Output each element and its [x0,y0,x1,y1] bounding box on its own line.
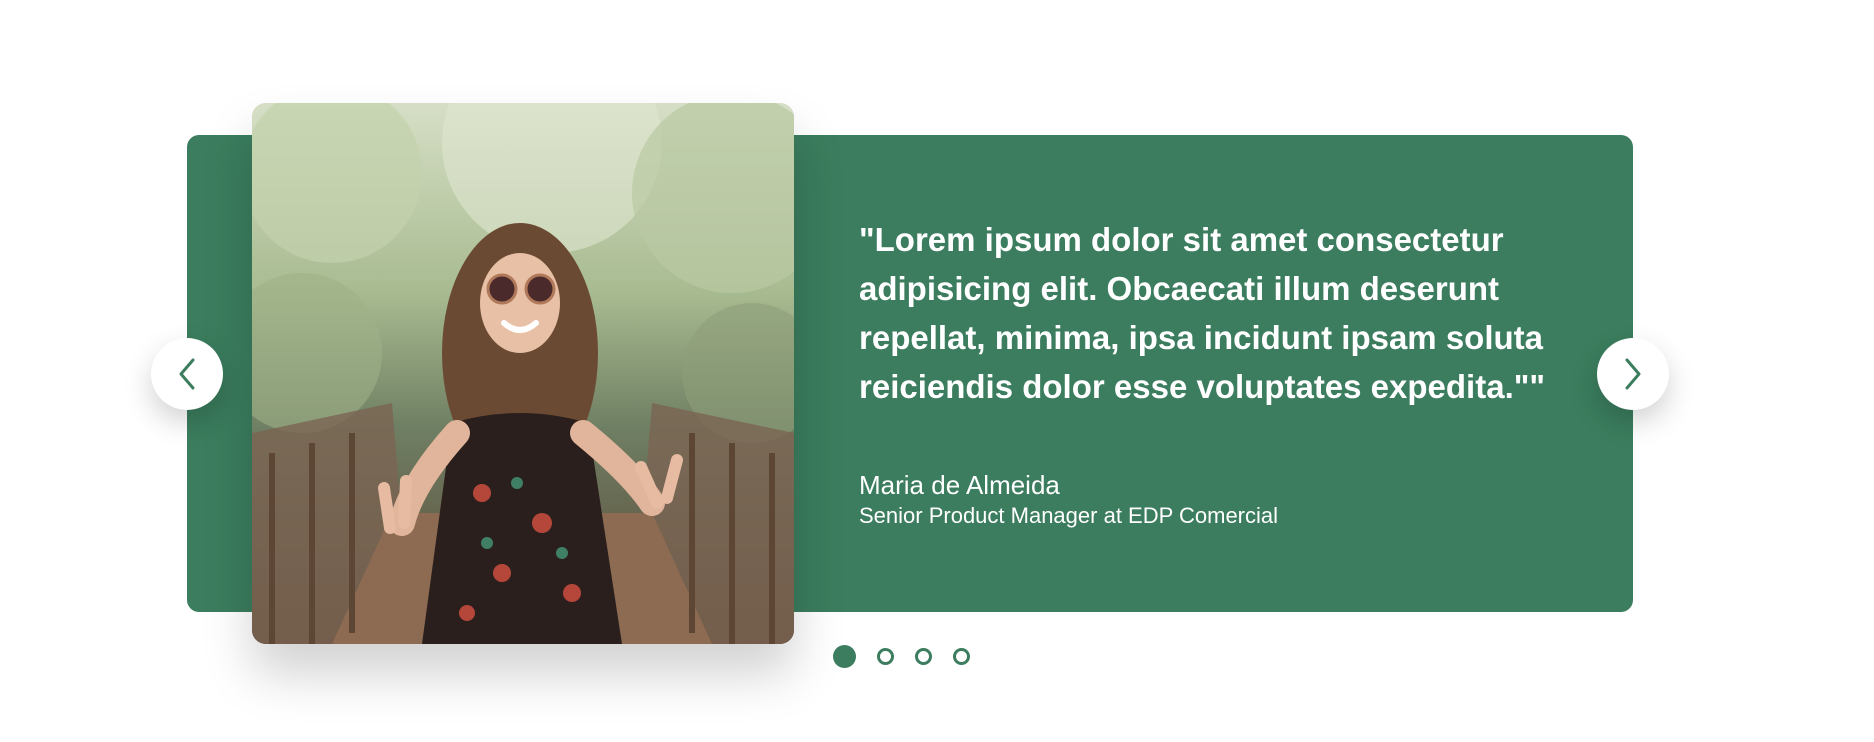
testimonial-author: Maria de Almeida [859,470,1060,500]
chevron-right-icon [1625,358,1641,390]
next-slide-button[interactable] [1597,338,1669,410]
pagination-dot-1[interactable] [833,645,856,668]
previous-slide-button[interactable] [151,338,223,410]
testimonial-quote: "Lorem ipsum dolor sit amet consectetur … [859,221,1546,405]
pagination-dot-2[interactable] [877,648,894,665]
person-photo-illustration [252,103,794,644]
pagination-dot-3[interactable] [915,648,932,665]
chevron-left-icon [179,358,195,390]
pagination-dots [833,645,970,668]
testimonial-photo [252,103,794,644]
testimonial-role: Senior Product Manager at EDP Comercial [859,503,1279,528]
pagination-dot-4[interactable] [953,648,970,665]
